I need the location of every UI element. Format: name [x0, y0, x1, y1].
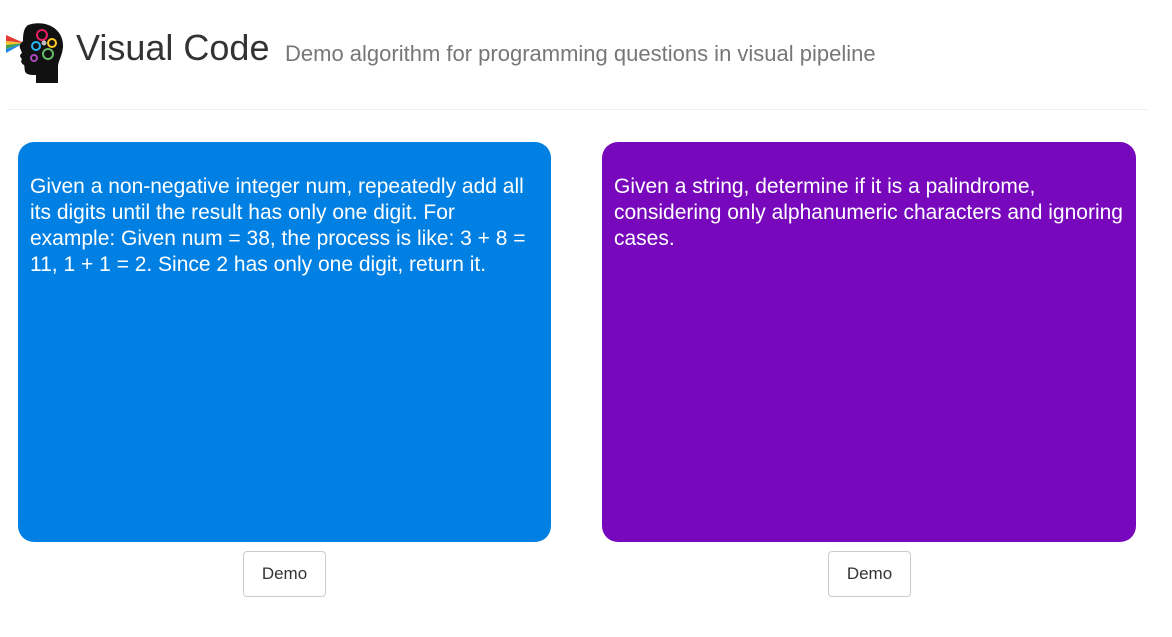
header-divider — [8, 109, 1148, 110]
problem-card-add-digits: Given a non-negative integer num, repeat… — [18, 142, 551, 542]
demo-button-add-digits[interactable]: Demo — [243, 551, 326, 597]
page-header: Visual Code Demo algorithm for programmi… — [0, 18, 1172, 84]
problem-card-palindrome: Given a string, determine if it is a pal… — [602, 142, 1136, 542]
problem-description: Given a non-negative integer num, repeat… — [30, 175, 526, 276]
page-subtitle: Demo algorithm for programming questions… — [285, 41, 876, 66]
page-title: Visual Code — [76, 27, 270, 68]
demo-button-palindrome[interactable]: Demo — [828, 551, 911, 597]
problem-description: Given a string, determine if it is a pal… — [614, 175, 1123, 250]
brain-head-logo-icon — [6, 21, 66, 83]
